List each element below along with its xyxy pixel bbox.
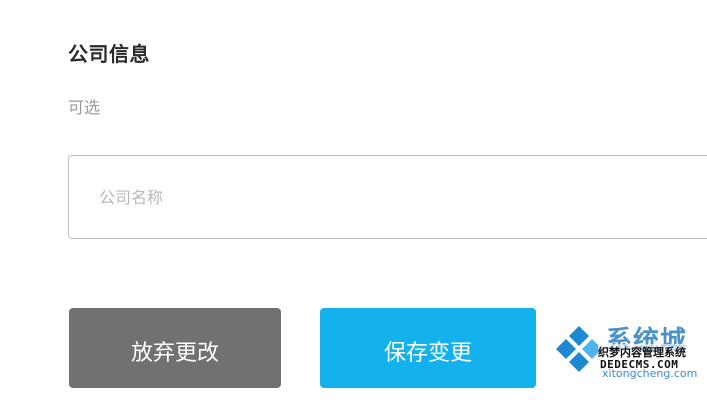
discard-changes-button[interactable]: 放弃更改 <box>69 308 281 388</box>
save-changes-button[interactable]: 保存变更 <box>320 308 536 388</box>
company-info-form: 公司信息 可选 放弃更改 保存变更 系统城 织梦内容管理系统 DEDECMS.C… <box>0 0 707 388</box>
optional-label: 可选 <box>68 98 101 117</box>
section-title: 公司信息 <box>68 42 150 66</box>
company-name-input[interactable] <box>68 155 707 239</box>
watermark: 系统城 织梦内容管理系统 DEDECMS.COM xitongcheng.com <box>552 322 707 380</box>
watermark-logo-icon <box>556 326 602 372</box>
watermark-line-3: xitongcheng.com <box>602 367 698 380</box>
